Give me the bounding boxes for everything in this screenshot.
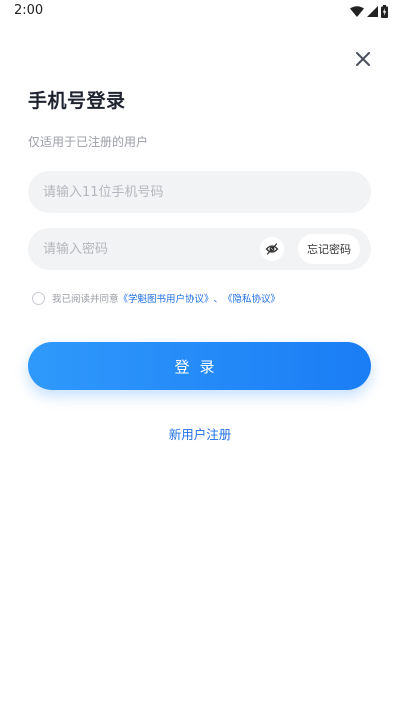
status-icons [350, 4, 388, 18]
agreement-checkbox[interactable] [32, 291, 45, 305]
privacy-policy-link[interactable]: 《隐私协议》 [223, 291, 280, 305]
agreement-row: 我已阅读并同意 《学魁图书用户协议》 、 《隐私协议》 [32, 290, 280, 306]
status-time: 2:00 [14, 3, 44, 18]
forgot-password-button[interactable]: 忘记密码 [298, 234, 360, 264]
password-field: 忘记密码 [28, 228, 371, 270]
agreement-prefix: 我已阅读并同意 [52, 294, 119, 305]
close-button[interactable] [352, 48, 374, 70]
eye-off-icon [265, 243, 279, 255]
wifi-icon [350, 5, 364, 17]
login-screen: 2:00 手机号登录 仅适用于已注册的用户 请输入11位手机号码 忘记密码 我已… [0, 0, 400, 712]
battery-charging-icon [381, 4, 388, 18]
phone-field [28, 171, 371, 213]
signal-icon [367, 5, 378, 17]
password-input[interactable] [43, 228, 243, 270]
page-subtitle: 仅适用于已注册的用户 [28, 135, 149, 149]
close-icon [356, 52, 370, 66]
register-link[interactable]: 新用户注册 [0, 424, 400, 443]
login-button[interactable]: 登录 [28, 342, 371, 390]
status-bar: 2:00 [0, 0, 400, 24]
agreement-separator: 、 [213, 294, 224, 305]
page-title: 手机号登录 [28, 90, 126, 112]
user-agreement-link[interactable]: 《学魁图书用户协议》 [119, 291, 214, 305]
toggle-password-visibility-button[interactable] [260, 237, 284, 261]
phone-input[interactable] [43, 171, 243, 213]
